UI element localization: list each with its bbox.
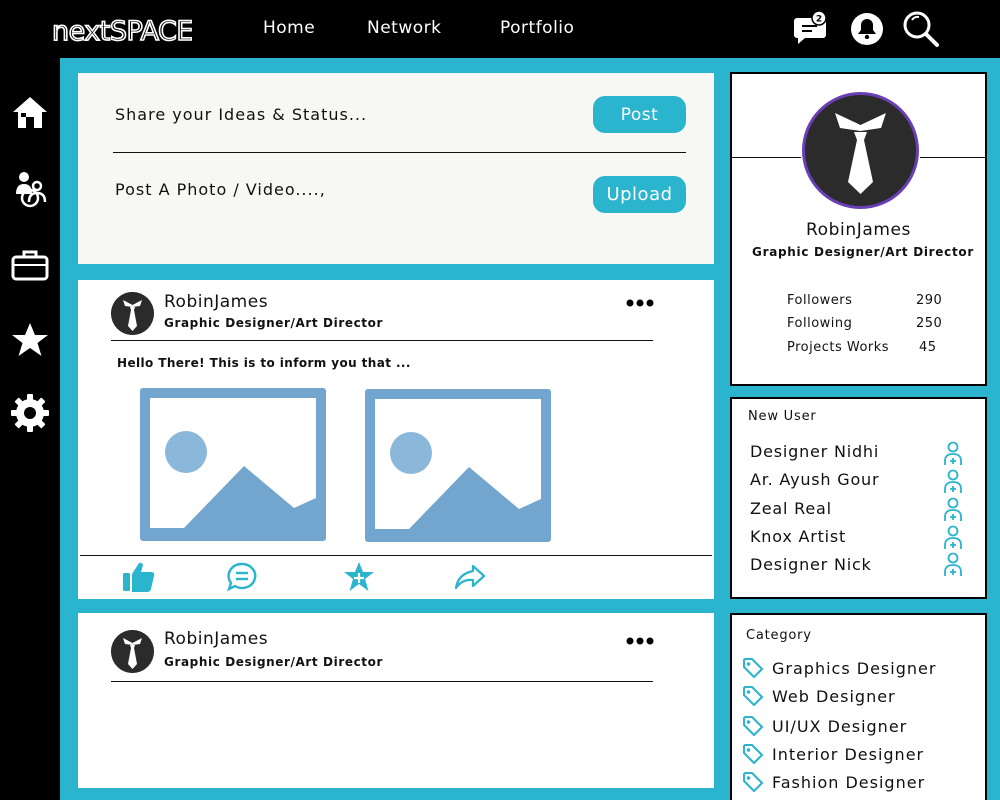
image-placeholder-icon[interactable] [140,388,326,541]
more-options-icon[interactable] [626,296,654,310]
profile-role: Graphic Designer/Art Director [752,245,974,259]
left-sidebar [0,58,60,800]
settings-gear-icon[interactable] [10,393,50,433]
post-author-name[interactable]: RobinJames [164,629,268,649]
profile-card: RobinJames Graphic Designer/Art Director… [730,72,987,386]
stat-following-label[interactable]: Following [787,316,852,331]
post-button[interactable]: Post [593,96,686,133]
profile-avatar[interactable] [801,91,920,210]
new-user-item[interactable]: Designer Nidhi [750,442,879,461]
new-user-item[interactable]: Knox Artist [750,527,846,546]
category-item[interactable]: Web Designer [742,685,896,707]
tag-icon [743,772,763,792]
share-status-card: Share your Ideas & Status... Post Post A… [78,73,714,264]
more-options-icon[interactable] [626,634,654,648]
post-photo-video-prompt[interactable]: Post A Photo / Video...., [115,180,326,199]
post-header-divider [111,340,653,341]
message-icon[interactable]: 2 [793,10,831,48]
favorite-icon[interactable] [342,561,376,593]
tag-icon [743,744,763,764]
post-author-role: Graphic Designer/Art Director [164,655,383,669]
add-user-icon[interactable] [942,469,964,495]
category-item[interactable]: Interior Designer [742,743,924,765]
new-user-title: New User [748,409,817,424]
post-card: RobinJames Graphic Designer/Art Director [78,613,714,788]
nextspace-logo[interactable]: nextSPACE [52,10,192,48]
category-item[interactable]: Graphics Designer [742,657,936,679]
like-icon[interactable] [122,561,156,593]
profile-name[interactable]: RobinJames [732,220,985,240]
comment-icon[interactable] [225,561,259,593]
image-placeholder-icon[interactable] [365,389,551,542]
post-header-divider [111,681,653,682]
share-divider [113,152,686,153]
new-user-item[interactable]: Designer Nick [750,555,872,574]
new-user-card: New User Designer Nidhi Ar. Ayush Gour Z… [730,397,987,599]
upload-button[interactable]: Upload [593,176,686,213]
avatar[interactable] [111,292,154,335]
search-icon[interactable] [902,10,940,48]
share-icon[interactable] [453,561,487,593]
tie-avatar-icon [111,630,154,673]
tie-avatar-icon [111,292,154,335]
category-label: UI/UX Designer [772,716,908,736]
add-user-icon[interactable] [942,552,964,578]
notification-bell-icon[interactable] [848,10,886,48]
post-author-name[interactable]: RobinJames [164,292,268,312]
home-icon[interactable] [10,93,50,133]
portfolio-briefcase-icon[interactable] [10,245,50,285]
favorites-star-icon[interactable] [10,320,50,360]
category-label: Fashion Designer [772,772,926,792]
category-card: Category Graphics Designer Web Designer … [730,613,987,800]
nav-portfolio[interactable]: Portfolio [500,18,574,38]
stat-following-value: 250 [916,316,943,331]
top-navigation-bar: nextSPACE Home Network Portfolio 2 [0,0,1000,58]
avatar[interactable] [111,630,154,673]
new-user-item[interactable]: Ar. Ayush Gour [750,470,879,489]
nav-network[interactable]: Network [367,18,441,38]
post-author-role: Graphic Designer/Art Director [164,316,383,330]
post-text: Hello There! This is to inform you that … [117,356,411,370]
tag-icon [743,658,763,678]
share-status-prompt[interactable]: Share your Ideas & Status... [115,105,367,124]
new-user-item[interactable]: Zeal Real [750,499,832,518]
stat-followers-value: 290 [916,293,943,308]
nav-home[interactable]: Home [263,18,315,38]
stat-projects-value: 45 [919,340,937,355]
tag-icon [743,716,763,736]
tag-icon [743,686,763,706]
add-user-icon[interactable] [942,525,964,551]
post-card: RobinJames Graphic Designer/Art Director… [78,280,714,599]
logo-text: nextSPACE [52,16,192,47]
category-label: Interior Designer [772,744,925,764]
category-label: Graphics Designer [772,658,937,678]
category-label: Web Designer [772,686,896,706]
add-user-icon[interactable] [942,441,964,467]
network-users-icon[interactable] [10,168,50,208]
category-title: Category [746,628,812,643]
category-item[interactable]: Fashion Designer [742,771,925,793]
message-badge-count: 2 [816,15,822,25]
category-item[interactable]: UI/UX Designer [742,715,907,737]
stat-projects-label[interactable]: Projects Works [787,340,889,355]
add-user-icon[interactable] [942,497,964,523]
stat-followers-label[interactable]: Followers [787,293,852,308]
post-actions-divider [80,555,712,556]
